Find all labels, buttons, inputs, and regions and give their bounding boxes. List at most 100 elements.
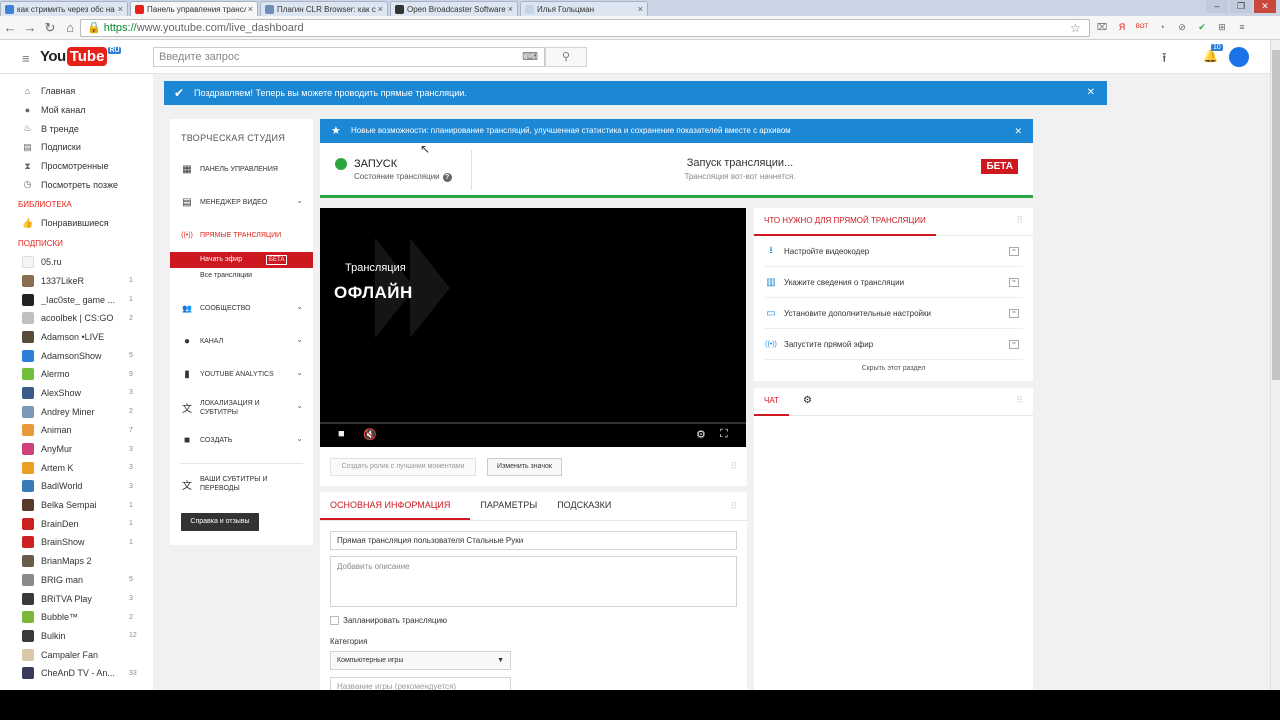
tab-close-icon[interactable]: × [118, 4, 123, 14]
expand-icon[interactable]: ≈ [1009, 309, 1019, 318]
sidebar-item[interactable]: ● Мой канал [0, 101, 153, 120]
minimize-button[interactable]: ‒ [1206, 0, 1228, 13]
tab-close-icon[interactable]: × [378, 4, 383, 14]
stop-icon[interactable]: ■ [338, 428, 345, 440]
subscription-item[interactable]: BrainDen 1 [0, 514, 153, 533]
subscription-item[interactable]: BrianMaps 2 [0, 552, 153, 571]
studio-sub-all-streams[interactable]: Все трансляции [170, 268, 313, 284]
studio-item-channel[interactable]: ● Канал ⌄ [170, 325, 313, 358]
back-icon[interactable]: ← [0, 20, 20, 35]
reload-icon[interactable]: ↻ [40, 20, 60, 36]
fullscreen-icon[interactable]: ⛶ [720, 428, 728, 441]
subscription-item[interactable]: Alermo 9 [0, 365, 153, 384]
subscription-item[interactable]: BRIG man 5 [0, 571, 153, 590]
chevron-down-icon[interactable]: ⌄ [296, 196, 303, 205]
subscription-item[interactable]: _Iac0ste_ game ... 1 [0, 290, 153, 309]
browser-tab-active[interactable]: Панель управления трансл × [130, 1, 258, 16]
gear-icon[interactable]: ⚙ [803, 395, 812, 406]
drag-handle-icon[interactable]: ⠿ [730, 461, 737, 472]
studio-item-subtitles[interactable]: 文 Ваши субтитры и переводы [170, 464, 313, 504]
page-scrollbar[interactable] [1270, 40, 1280, 690]
sidebar-item[interactable]: ▤ Подписки [0, 138, 153, 157]
browser-tab[interactable]: как стримить через обс на × [0, 1, 128, 16]
studio-item-dashboard[interactable]: ▦ Панель управления [170, 153, 313, 186]
settings-gear-icon[interactable]: ⚙ [696, 428, 706, 441]
tab-close-icon[interactable]: × [248, 4, 253, 14]
browser-tab[interactable]: Open Broadcaster Software × [390, 1, 518, 16]
expand-icon[interactable]: ≈ [1009, 247, 1019, 256]
description-textarea[interactable]: Добавить описание [330, 556, 737, 607]
chevron-down-icon[interactable]: ⌄ [296, 368, 303, 377]
studio-item-analytics[interactable]: ▮ YouTube Analytics ⌄ [170, 358, 313, 391]
help-feedback-button[interactable]: Справка и отзывы [181, 513, 259, 531]
create-clip-button[interactable]: Создать ролик с лучшими моментами [330, 458, 476, 476]
studio-item-video-manager[interactable]: ▤ Менеджер видео ⌄ [170, 186, 313, 219]
progress-bar[interactable] [320, 422, 746, 424]
extension-icon[interactable]: Я [1115, 20, 1129, 34]
subscription-item[interactable]: BadiWorld 3 [0, 477, 153, 496]
subscription-item[interactable]: AnyMur 3 [0, 440, 153, 459]
url-input[interactable]: 🔒 https://www.youtube.com/live_dashboard [80, 19, 1090, 37]
subscription-item[interactable]: AlexShow 3 [0, 384, 153, 403]
drag-handle-icon[interactable]: ⠿ [1016, 215, 1023, 226]
sidebar-item[interactable]: ⌂ Главная [0, 82, 153, 101]
requirement-settings[interactable]: ▭ Установите дополнительные настройки ≈ [764, 298, 1023, 329]
tab-close-icon[interactable]: × [508, 4, 513, 14]
checkbox-icon[interactable] [330, 616, 339, 626]
studio-item-live[interactable]: ((•)) Прямые трансляции [170, 219, 313, 252]
subscription-item[interactable]: BRiTVA Play 3 [0, 589, 153, 608]
studio-item-community[interactable]: 👥 Сообщество ⌄ [170, 292, 313, 325]
maximize-button[interactable]: ❐ [1230, 0, 1252, 13]
chevron-down-icon[interactable]: ⌄ [296, 401, 303, 410]
sidebar-item[interactable]: ◷ Посмотреть позже [0, 175, 153, 194]
guide-menu-icon[interactable]: ≡ [22, 51, 30, 66]
subscription-item[interactable]: 1337LikeR 1 [0, 272, 153, 291]
notice-close-icon[interactable]: ✕ [1087, 81, 1095, 105]
tab-basic-info[interactable]: Основная информация [320, 492, 471, 520]
drag-handle-icon[interactable]: ⠿ [1016, 395, 1023, 406]
notifications-icon[interactable]: 🔔 10 [1203, 44, 1223, 63]
avatar[interactable] [1229, 47, 1249, 67]
schedule-checkbox[interactable]: Запланировать трансляцию [330, 616, 447, 626]
chat-tab[interactable]: ЧАТ [754, 388, 789, 416]
menu-icon[interactable]: ≡ [1235, 20, 1249, 34]
extension-icon[interactable]: ⊘ [1175, 20, 1189, 34]
subscription-item[interactable]: Andrey Miner 2 [0, 402, 153, 421]
mute-icon[interactable]: 🔇 [363, 428, 377, 441]
category-select[interactable]: Компьютерные игры ▼ [330, 651, 511, 670]
subscription-item[interactable]: acoolbek | CS:GO 2 [0, 309, 153, 328]
upload-icon[interactable]: ⭱ [1162, 49, 1167, 71]
extension-icon[interactable]: ВОТ [1135, 20, 1149, 34]
title-input[interactable]: Прямая трансляция пользователя Стальные … [330, 531, 737, 550]
subscription-item[interactable]: Animan 7 [0, 421, 153, 440]
subscription-item[interactable]: Campaler Fan [0, 645, 153, 664]
browser-tab[interactable]: Илья Гольцман × [520, 1, 648, 16]
sidebar-item[interactable]: ♨ В тренде [0, 119, 153, 138]
studio-sub-start-stream[interactable]: Начать эфир БЕТА [170, 252, 313, 268]
browser-tab[interactable]: Плагин CLR Browser: как с × [260, 1, 388, 16]
subscription-item[interactable]: Adamson •LIVE [0, 328, 153, 347]
feature-close-icon[interactable]: ✕ [1014, 119, 1022, 143]
extension-icon[interactable]: ⌧ [1095, 20, 1109, 34]
tab-close-icon[interactable]: × [638, 4, 643, 14]
hide-section-link[interactable]: Скрыть этот раздел [754, 365, 1033, 372]
keyboard-icon[interactable]: ⌨ [522, 48, 538, 66]
studio-item-localization[interactable]: 文 Локализация и субтитры ⌄ [170, 391, 313, 424]
video-player[interactable]: Трансляция ОФЛАЙН ■ 🔇 ⚙ ⛶ [320, 208, 746, 447]
expand-icon[interactable]: ≈ [1009, 278, 1019, 287]
expand-icon[interactable]: ≈ [1009, 340, 1019, 349]
chevron-down-icon[interactable]: ⌄ [296, 302, 303, 311]
help-icon[interactable]: ? [442, 173, 452, 182]
sidebar-item-liked[interactable]: 👍 Понравившиеся [0, 214, 153, 233]
search-input[interactable]: Введите запрос ⌨ [153, 47, 545, 67]
chevron-down-icon[interactable]: ⌄ [296, 434, 303, 443]
close-window-button[interactable]: ✕ [1254, 0, 1276, 13]
subscription-item[interactable]: AdamsonShow 5 [0, 346, 153, 365]
bookmark-star-icon[interactable]: ☆ [1070, 21, 1081, 35]
search-button[interactable]: ⚲ [545, 47, 587, 67]
requirement-encoder[interactable]: ⭳ Настройте видеокодер ≈ [764, 236, 1023, 267]
subscription-item[interactable]: BrainShow 1 [0, 533, 153, 552]
extension-icon[interactable]: ✔ [1195, 20, 1209, 34]
extension-icon[interactable]: ⊞ [1215, 20, 1229, 34]
home-icon[interactable]: ⌂ [60, 20, 80, 35]
